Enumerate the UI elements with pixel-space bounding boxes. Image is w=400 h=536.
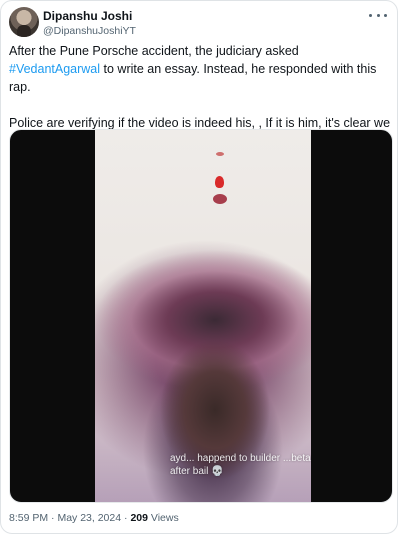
views-count: 209 [130,512,148,524]
hashtag-link[interactable]: #VedantAgarwal [9,62,100,76]
author-handle[interactable]: @DipanshuJoshiYT [43,25,136,37]
tweet-card[interactable]: Dipanshu Joshi @DipanshuJoshiYT After th… [0,0,398,534]
ceiling-light-shape [213,152,227,212]
tweet-time[interactable]: 8:59 PM [9,512,48,524]
video-caption: ayd... happend to builder ...beta after … [170,453,311,477]
tweet-paragraph-1: After the Pune Porsche accident, the jud… [9,42,393,96]
views-label: Views [147,512,179,524]
author-name[interactable]: Dipanshu Joshi [43,9,132,23]
video-frame [95,130,311,502]
tweet-meta: 8:59 PM · May 23, 2024 · 209 Views [9,512,179,524]
tweet-header: Dipanshu Joshi @DipanshuJoshiYT [9,6,393,40]
tweet-text-part-1: After the Pune Porsche accident, the jud… [9,44,299,58]
video-player[interactable]: ayd... happend to builder ...beta after … [9,129,393,503]
more-dots-icon[interactable] [369,8,387,22]
avatar[interactable] [9,7,39,37]
tweet-date[interactable]: May 23, 2024 [57,512,121,524]
